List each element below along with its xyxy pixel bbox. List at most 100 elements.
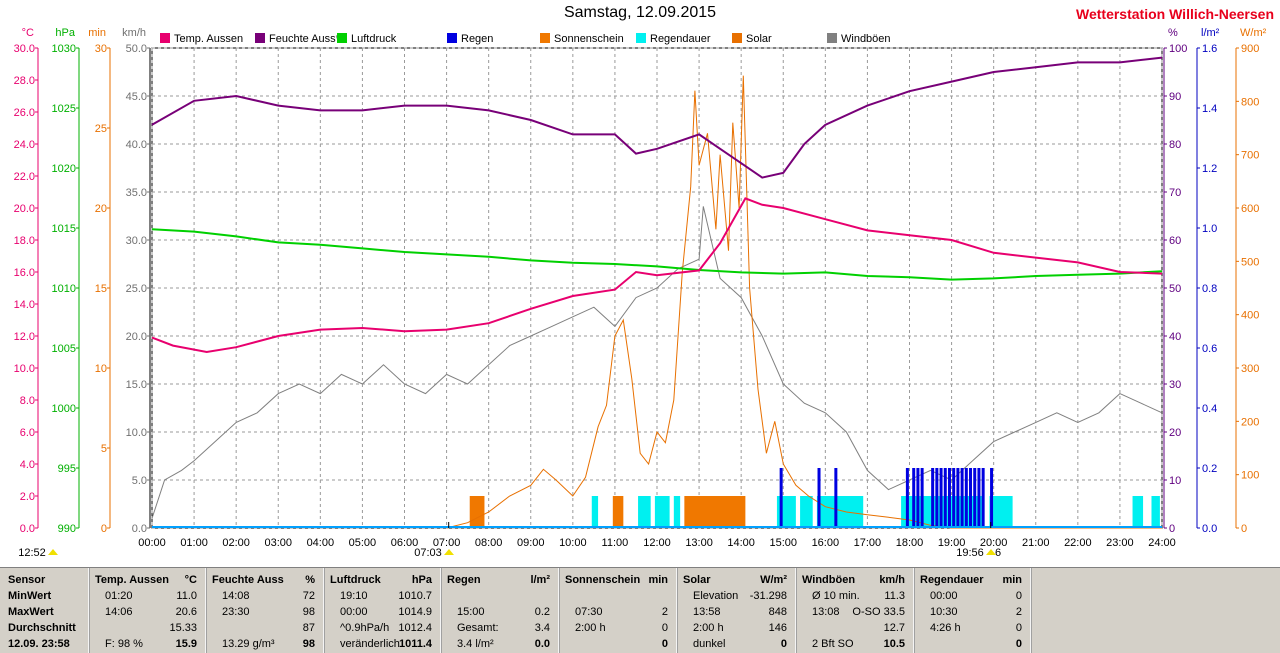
time-marker-label: 19:56 xyxy=(956,547,984,559)
axis-tick-label: 45.0 xyxy=(126,91,147,103)
stats-row-label: Durchschnitt xyxy=(8,622,76,634)
stats-column: Regen l/m² 15:00 0.2 Gesamt: 3.4 3.4 l/m² 0.0 xyxy=(441,568,559,653)
axis-tick-label: 1.4 xyxy=(1202,103,1217,115)
bar-regen xyxy=(973,468,977,528)
stats-cell-label: 14:08 xyxy=(222,590,250,602)
stats-header-unit: km/h xyxy=(879,574,905,586)
stats-cell-value: 11.3 xyxy=(884,590,905,602)
axis-unit-label: W/m² xyxy=(1240,27,1267,39)
stats-header-unit: W/m² xyxy=(760,574,787,586)
stats-header: Windböen km/h xyxy=(796,572,913,588)
legend-swatch xyxy=(636,33,646,43)
stats-row: 87 xyxy=(206,620,323,636)
stats-row: Durchschnitt xyxy=(0,620,88,636)
stats-cell-label: 2 Bft SO xyxy=(812,638,854,650)
stats-row: 14:06 20.6 xyxy=(89,604,205,620)
stats-cell-label: ^0.9hPa/h xyxy=(340,622,390,634)
axis-unit-label: l/m² xyxy=(1201,27,1220,39)
bar-regendauer xyxy=(654,496,670,528)
stats-header-title: Luftdruck xyxy=(330,574,381,586)
bar-regen xyxy=(969,468,973,528)
axis-tick-label: 900 xyxy=(1241,43,1259,55)
stats-header-title: Sonnenschein xyxy=(565,574,641,586)
axis-tick-label: 80 xyxy=(1169,139,1181,151)
stats-header: Sensor xyxy=(0,572,88,588)
axis-tick-label: 400 xyxy=(1241,310,1259,322)
stats-header-title: Temp. Aussen xyxy=(95,574,169,586)
stats-cell-value: 10.5 xyxy=(883,638,905,650)
stats-cell-label: 14:06 xyxy=(105,606,133,618)
axis-tick-label: 28.0 xyxy=(14,75,35,87)
axis-tick-label: 0 xyxy=(1241,523,1247,535)
stats-cell-value: 0 xyxy=(780,638,787,650)
bar-sonnenschein xyxy=(684,496,746,528)
axis-tick-label: 8.0 xyxy=(20,395,35,407)
axis-tick-label: 0.0 xyxy=(132,523,147,535)
time-marker-label: 6 xyxy=(995,547,1001,559)
stats-panel: Sensor MinWert MaxWert Durchschnitt 12.09. 2… xyxy=(0,567,1280,653)
stats-cell-value: 1010.7 xyxy=(398,590,432,602)
bar-regen xyxy=(956,468,960,528)
x-tick-label: 22:00 xyxy=(1064,537,1092,549)
stats-row: ^0.9hPa/h 1012.4 xyxy=(324,620,440,636)
stats-header: Regen l/m² xyxy=(441,572,558,588)
stats-cell-value: 2 xyxy=(1015,606,1022,618)
axis-tick-label: 0 xyxy=(1169,523,1175,535)
x-tick-label: 18:00 xyxy=(896,537,924,549)
bar-regen xyxy=(916,468,920,528)
axis-tick-label: 1005 xyxy=(52,343,76,355)
stats-cell-value: 0 xyxy=(1015,622,1022,634)
stats-cell-value: -31.298 xyxy=(749,590,787,602)
legend-label: Windböen xyxy=(841,33,891,45)
stats-cell-label: 2:00 h xyxy=(693,622,724,634)
axis-tick-label: 18.0 xyxy=(14,235,35,247)
axis-tick-label: 20.0 xyxy=(14,203,35,215)
stats-row: 14:08 72 xyxy=(206,588,323,604)
stats-cell-value: 0 xyxy=(661,622,668,634)
axis-tick-label: 20 xyxy=(1169,427,1181,439)
axis-tick-label: 995 xyxy=(58,463,76,475)
stats-header: Solar W/m² xyxy=(677,572,795,588)
stats-row-label: MaxWert xyxy=(8,606,54,618)
x-tick-label: 24:00 xyxy=(1148,537,1176,549)
stats-header: Temp. Aussen °C xyxy=(89,572,205,588)
axis-tick-label: 26.0 xyxy=(14,107,35,119)
axis-tick-label: 1000 xyxy=(52,403,76,415)
axis-tick-label: 5 xyxy=(101,443,107,455)
legend-swatch xyxy=(160,33,170,43)
axis-tick-label: 50.0 xyxy=(126,43,147,55)
axis-tick-label: 6.0 xyxy=(20,427,35,439)
stats-cell-label: Gesamt: xyxy=(457,622,499,634)
stats-cell-label: 3.4 l/m² xyxy=(457,638,494,650)
stats-header: Luftdruck hPa xyxy=(324,572,440,588)
axis-tick-label: 15 xyxy=(95,283,107,295)
stats-cell-value: 0.2 xyxy=(534,606,550,618)
bar-regendauer xyxy=(638,496,651,528)
stats-header: Sonnenschein min xyxy=(559,572,676,588)
x-tick-label: 23:00 xyxy=(1106,537,1134,549)
stats-row: 2:00 h 146 xyxy=(677,620,795,636)
stats-header-title: Feuchte Auss xyxy=(212,574,284,586)
stats-header-unit: °C xyxy=(184,574,197,586)
axis-tick-label: 10 xyxy=(95,363,107,375)
x-tick-label: 10:00 xyxy=(559,537,587,549)
stats-cell-value: 12.7 xyxy=(883,622,905,634)
axis-tick-label: 4.0 xyxy=(20,459,35,471)
axis-tick-label: 12.0 xyxy=(14,331,35,343)
stats-row: 23:30 98 xyxy=(206,604,323,620)
x-tick-label: 15:00 xyxy=(769,537,797,549)
stats-cell-value: 98 xyxy=(302,606,315,618)
bar-regendauer xyxy=(800,496,813,528)
stats-header-title: Solar xyxy=(683,574,711,586)
stats-header-unit: min xyxy=(1002,574,1022,586)
x-tick-label: 04:00 xyxy=(307,537,335,549)
stats-row: 19:10 1010.7 xyxy=(324,588,440,604)
stats-cell-value: 15.33 xyxy=(169,622,197,634)
stats-column: Luftdruck hPa 19:10 1010.7 00:00 1014.9 ^0.9hP… xyxy=(324,568,441,653)
axis-tick-label: 300 xyxy=(1241,363,1259,375)
stats-cell-label: dunkel xyxy=(693,638,726,650)
stats-column: Solar W/m² Elevation -31.298 13:58 848 2:00 h 1… xyxy=(677,568,796,653)
stats-cell-value: 1012.4 xyxy=(398,622,432,634)
stats-row: dunkel 0 xyxy=(677,636,795,652)
axis-tick-label: 16.0 xyxy=(14,267,35,279)
